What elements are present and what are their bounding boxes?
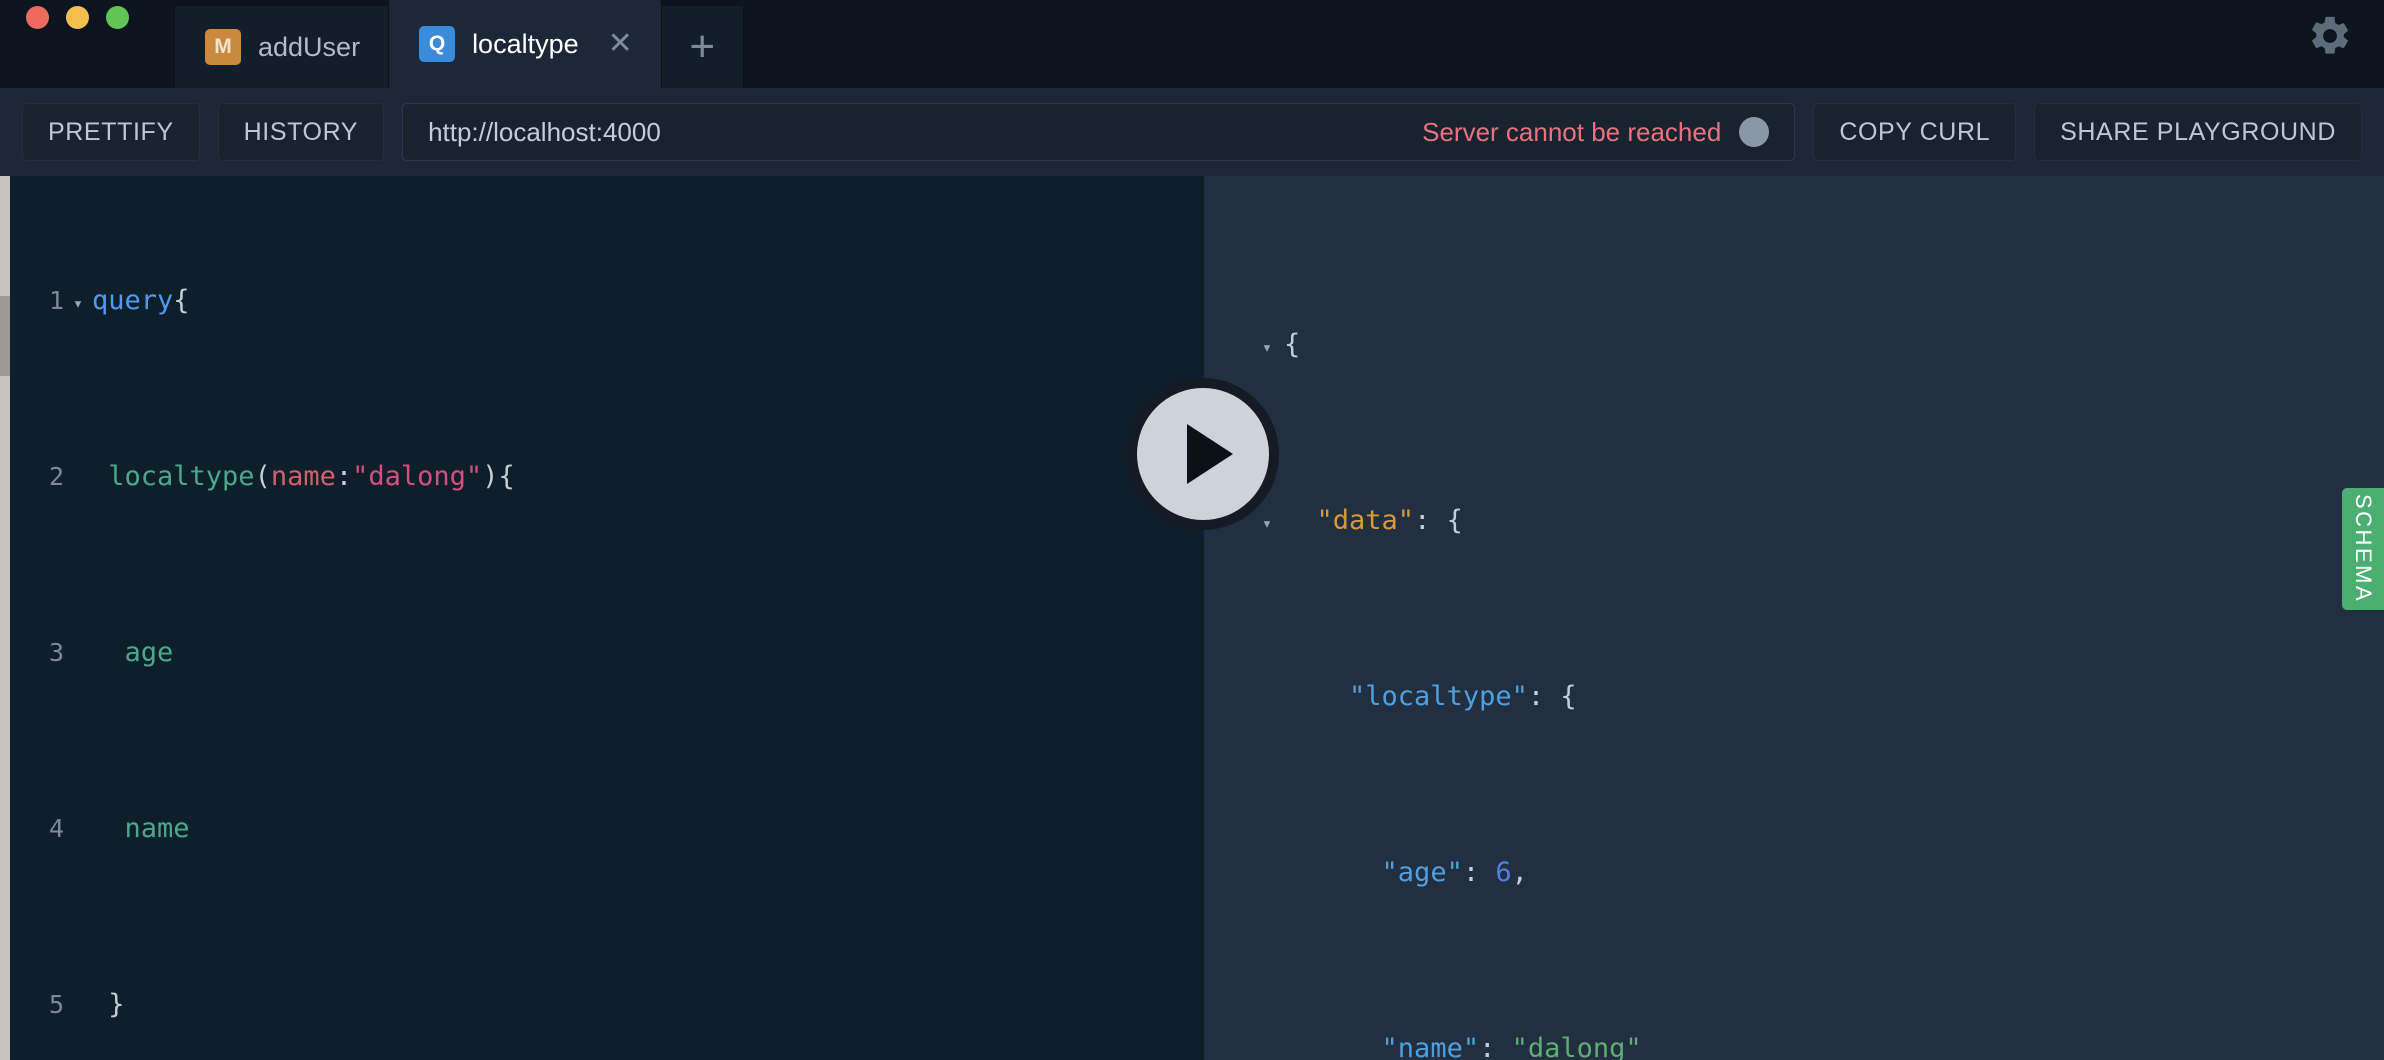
line-number: 2 <box>48 462 64 491</box>
share-playground-button[interactable]: SHARE PLAYGROUND <box>2034 103 2362 161</box>
code-line: 2▾ localtype(name:"dalong"){ <box>18 455 515 499</box>
colon: : <box>1479 1033 1512 1060</box>
window-close-button[interactable] <box>26 6 49 29</box>
json-key-age: "age" <box>1381 857 1463 888</box>
schema-drawer-tab[interactable]: SCHEMA <box>2342 488 2384 610</box>
play-icon <box>1187 424 1233 484</box>
selection-age: age <box>124 637 174 668</box>
colon-brace: : { <box>1527 681 1577 712</box>
query-editor-code[interactable]: 1▾query{ 2▾ localtype(name:"dalong"){ 3▾… <box>18 191 515 1060</box>
fold-arrow-icon: ▾ <box>1250 678 1284 722</box>
json-line: ▾{ <box>1250 323 1642 367</box>
keyword-query: query <box>92 285 174 316</box>
json-line: ▾ "name": "dalong" <box>1250 1027 1642 1060</box>
window-zoom-button[interactable] <box>106 6 129 29</box>
schema-tab-label: SCHEMA <box>2351 494 2376 604</box>
close-icon[interactable]: ✕ <box>608 29 633 59</box>
line-number: 4 <box>48 814 64 843</box>
json-key-localtype: "localtype" <box>1349 681 1528 712</box>
json-line: ▾ "localtype": { <box>1250 675 1642 719</box>
window-tab-bar: M addUser Q localtype ✕ + <box>0 0 2384 88</box>
brace: { <box>173 285 190 316</box>
colon: : <box>335 461 353 492</box>
paren-brace: ){ <box>482 461 515 492</box>
fold-arrow-icon[interactable]: ▾ <box>1250 326 1284 370</box>
code-line: 1 ▾ query{ <box>18 279 515 323</box>
prettify-button[interactable]: PRETTIFY <box>22 103 200 161</box>
tab-label: addUser <box>258 31 361 62</box>
endpoint-url-bar[interactable]: http://localhost:4000 Server cannot be r… <box>402 103 1796 161</box>
json-value-name: "dalong" <box>1511 1033 1642 1060</box>
json-line: ▾ "data": { <box>1250 499 1642 543</box>
settings-button[interactable] <box>2302 8 2358 64</box>
gear-icon <box>2312 16 2348 54</box>
argument-name: name <box>270 461 336 492</box>
result-json: ▾{ ▾ "data": { ▾ "localtype": { ▾ "age":… <box>1250 191 1642 1060</box>
tab-label: localtype <box>472 28 579 59</box>
code-line: 3▾ age <box>18 631 515 675</box>
fold-arrow-icon: ▾ <box>1250 854 1284 898</box>
brace: { <box>1284 329 1301 360</box>
query-editor-pane[interactable]: 1▾query{ 2▾ localtype(name:"dalong"){ 3▾… <box>0 176 1204 1060</box>
playground-tabs: M addUser Q localtype ✕ + <box>175 0 744 88</box>
query-badge-icon: Q <box>419 26 456 62</box>
endpoint-url-input[interactable]: http://localhost:4000 <box>428 117 1422 148</box>
editor-scrollbar-thumb[interactable] <box>0 296 10 376</box>
playground-main: 1▾query{ 2▾ localtype(name:"dalong"){ 3▾… <box>0 176 2384 1060</box>
history-button[interactable]: HISTORY <box>217 103 385 161</box>
result-viewer-pane[interactable]: ▾{ ▾ "data": { ▾ "localtype": { ▾ "age":… <box>1204 176 2384 1060</box>
json-line: ▾ "age": 6, <box>1250 851 1642 895</box>
comma: , <box>1511 857 1528 888</box>
status-indicator-icon <box>1739 117 1770 147</box>
line-number: 1 <box>48 286 64 315</box>
mutation-badge-icon: M <box>205 29 241 65</box>
execute-query-button[interactable] <box>1127 378 1279 530</box>
playground-toolbar: PRETTIFY HISTORY http://localhost:4000 S… <box>0 88 2384 176</box>
colon: : <box>1462 857 1496 888</box>
server-status: Server cannot be reached <box>1422 116 1770 148</box>
code-line: 5▾ } <box>18 983 515 1027</box>
new-tab-button[interactable]: + <box>661 6 744 88</box>
tabbar-spacer <box>743 0 2384 88</box>
tab-localtype[interactable]: Q localtype ✕ <box>389 0 662 88</box>
tab-addUser[interactable]: M addUser <box>175 6 390 88</box>
line-number: 5 <box>48 990 64 1019</box>
editor-scrollbar[interactable] <box>0 176 10 1060</box>
fold-arrow-icon: ▾ <box>64 634 92 678</box>
argument-value: "dalong" <box>352 461 483 492</box>
json-key-name: "name" <box>1381 1033 1480 1060</box>
field-localtype: localtype <box>108 461 255 492</box>
json-key-data: "data" <box>1316 505 1415 536</box>
server-status-text: Server cannot be reached <box>1422 116 1722 147</box>
copy-curl-button[interactable]: COPY CURL <box>1813 103 2017 161</box>
fold-arrow-icon: ▾ <box>1250 1030 1284 1060</box>
paren: ( <box>254 461 271 492</box>
fold-arrow-icon: ▾ <box>64 986 92 1030</box>
fold-arrow-icon[interactable]: ▾ <box>64 282 92 326</box>
closing-brace: } <box>92 989 125 1020</box>
window-minimize-button[interactable] <box>66 6 89 29</box>
code-line: 4▾ name <box>18 807 515 851</box>
json-value-age: 6 <box>1495 857 1512 888</box>
fold-arrow-icon: ▾ <box>64 810 92 854</box>
line-number: 3 <box>48 638 64 667</box>
window-controls <box>0 0 175 88</box>
colon-brace: : { <box>1414 505 1463 536</box>
fold-arrow-icon: ▾ <box>64 458 92 502</box>
selection-name: name <box>124 813 190 844</box>
